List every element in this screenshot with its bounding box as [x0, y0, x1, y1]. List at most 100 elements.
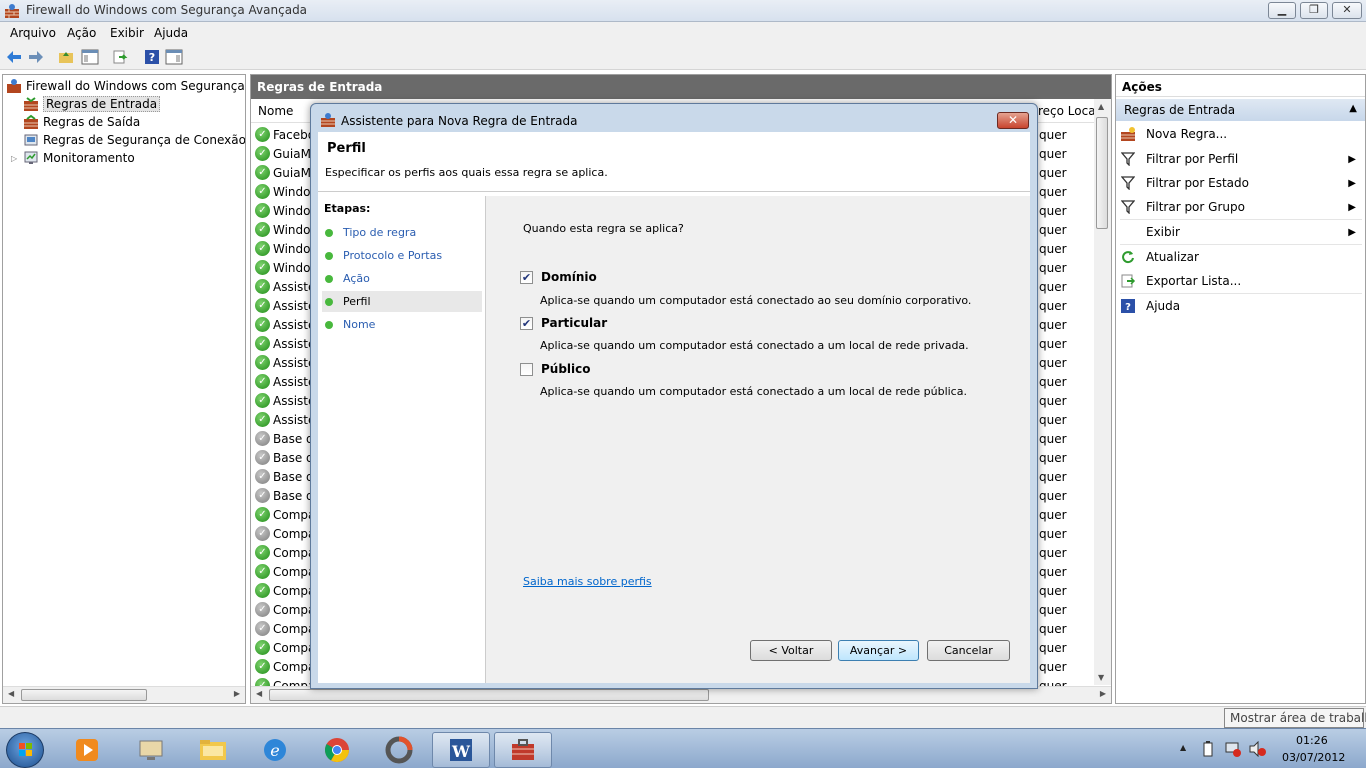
table-row[interactable]: ✓ Facebo — [255, 125, 315, 144]
action-filtrar-perfil[interactable]: Filtrar por Perfil ▶ — [1120, 148, 1362, 170]
action-filtrar-grupo[interactable]: Filtrar por Grupo ▶ — [1120, 196, 1362, 218]
back-button[interactable] — [4, 48, 24, 66]
learn-more-link[interactable]: Saiba mais sobre perfis — [523, 575, 652, 588]
scroll-right-icon[interactable]: ▶ — [234, 689, 240, 698]
taskbar-media-player[interactable] — [58, 732, 116, 768]
table-row[interactable]: ✓ Assistê — [255, 315, 315, 334]
column-local-address[interactable]: reço Local — [1038, 104, 1099, 118]
taskbar-monitor[interactable] — [122, 732, 180, 768]
steps-title: Etapas: — [324, 202, 371, 215]
action-filtrar-estado[interactable]: Filtrar por Estado ▶ — [1120, 172, 1362, 194]
scroll-thumb[interactable] — [269, 689, 709, 701]
taskbar-ie[interactable]: e — [246, 732, 304, 768]
next-button[interactable]: Avançar > — [838, 640, 919, 661]
scroll-right-icon[interactable]: ▶ — [1100, 689, 1106, 698]
table-row[interactable]: ✓ Assistê — [255, 296, 315, 315]
action-ajuda[interactable]: ? Ajuda — [1120, 295, 1362, 317]
cancel-button[interactable]: Cancelar — [927, 640, 1010, 661]
rule-local-address: quer — [1039, 374, 1067, 389]
enabled-check-icon: ✓ — [255, 298, 270, 313]
show-hide-action-pane-button[interactable] — [164, 48, 184, 66]
table-row[interactable]: ✓Compa — [255, 657, 315, 676]
taskbar-explorer[interactable] — [184, 732, 242, 768]
taskbar-chrome[interactable] — [308, 732, 366, 768]
scroll-up-icon[interactable]: ▲ — [1098, 102, 1104, 111]
scroll-down-icon[interactable]: ▼ — [1098, 673, 1104, 682]
table-row[interactable]: ✓ Assistê — [255, 353, 315, 372]
taskbar-word[interactable]: W — [432, 732, 490, 768]
publico-checkbox[interactable] — [520, 362, 533, 376]
option-dominio[interactable]: ✔ Domínio — [520, 270, 597, 284]
action-atualizar[interactable]: Atualizar — [1120, 246, 1362, 268]
scroll-left-icon[interactable]: ◀ — [8, 689, 14, 698]
column-name[interactable]: Nome — [258, 104, 293, 118]
table-row[interactable]: ✓Compa — [255, 505, 315, 524]
table-row[interactable]: ✓Compa — [255, 638, 315, 657]
step-tipo-regra[interactable]: Tipo de regra — [322, 222, 482, 243]
expand-arrow-icon[interactable]: ▷ — [11, 154, 23, 163]
tree-horizontal-scrollbar[interactable]: ◀ ▶ — [3, 686, 245, 703]
battery-icon[interactable] — [1202, 741, 1214, 757]
table-row[interactable]: ✓ Assistê — [255, 277, 315, 296]
step-acao[interactable]: Ação — [322, 268, 482, 289]
taskbar-firewall[interactable] — [494, 732, 552, 768]
menu-exibir[interactable]: Exibir — [110, 26, 144, 40]
option-particular[interactable]: ✔ Particular — [520, 316, 607, 330]
maximize-button[interactable]: ❐ — [1300, 2, 1328, 19]
close-button[interactable]: ✕ — [1332, 2, 1362, 19]
particular-checkbox[interactable]: ✔ — [520, 316, 533, 330]
action-nova-regra[interactable]: Nova Regra... — [1120, 123, 1362, 145]
list-vertical-scrollbar[interactable]: ▲ ▼ — [1094, 99, 1111, 685]
table-row[interactable]: ✓Compa — [255, 619, 315, 638]
show-hide-tree-button[interactable] — [80, 48, 100, 66]
scroll-left-icon[interactable]: ◀ — [256, 689, 262, 698]
action-exportar-lista[interactable]: Exportar Lista... — [1120, 270, 1362, 292]
show-hidden-icons-icon[interactable]: ▲ — [1180, 743, 1186, 752]
dominio-checkbox[interactable]: ✔ — [520, 270, 533, 284]
table-row[interactable]: ✓Compa — [255, 581, 315, 600]
actions-section-header[interactable]: Regras de Entrada ▲ — [1116, 99, 1365, 121]
collapse-icon[interactable]: ▲ — [1349, 103, 1357, 114]
table-row[interactable]: ✓ Assistê — [255, 410, 315, 429]
clock-time[interactable]: 01:26 — [1296, 734, 1328, 747]
table-row[interactable]: ✓ Assistê — [255, 334, 315, 353]
network-icon[interactable] — [1224, 741, 1242, 757]
help-button[interactable]: ? — [142, 48, 162, 66]
enabled-check-icon: ✓ — [255, 222, 270, 237]
table-row[interactable]: ✓Compa — [255, 562, 315, 581]
step-nome[interactable]: Nome — [322, 314, 482, 335]
volume-muted-icon[interactable] — [1248, 741, 1266, 757]
scroll-thumb[interactable] — [1096, 117, 1108, 229]
submenu-arrow-icon: ▶ — [1348, 201, 1356, 213]
table-row[interactable]: ✓Compa — [255, 543, 315, 562]
enabled-check-icon: ✓ — [255, 507, 270, 522]
clock-date[interactable]: 03/07/2012 — [1282, 751, 1345, 764]
back-button[interactable]: < Voltar — [750, 640, 832, 661]
scroll-thumb[interactable] — [21, 689, 147, 701]
tree-item-regras-saida[interactable]: Regras de Saída — [23, 113, 140, 131]
export-list-button[interactable] — [110, 48, 130, 66]
minimize-button[interactable]: ▁ — [1268, 2, 1296, 19]
tree-item-regras-entrada[interactable]: Regras de Entrada — [23, 95, 161, 113]
tree-root[interactable]: Firewall do Windows com Segurança Ava — [6, 77, 245, 95]
table-row[interactable]: ✓Compa — [255, 600, 315, 619]
table-row[interactable]: ✓ GuiaMi — [255, 144, 314, 163]
step-protocolo-portas[interactable]: Protocolo e Portas — [322, 245, 482, 266]
menu-arquivo[interactable]: Arquivo — [10, 26, 56, 40]
action-exibir[interactable]: Exibir ▶ — [1120, 221, 1362, 243]
taskbar-app[interactable] — [370, 732, 428, 768]
option-publico[interactable]: Público — [520, 362, 591, 376]
menu-ajuda[interactable]: Ajuda — [154, 26, 188, 40]
menu-acao[interactable]: Ação — [67, 26, 96, 40]
table-row[interactable]: ✓ GuiaMi — [255, 163, 314, 182]
wizard-close-button[interactable]: ✕ — [997, 112, 1029, 129]
up-folder-button[interactable] — [56, 48, 76, 66]
table-row[interactable]: ✓ Assistê — [255, 391, 315, 410]
table-row[interactable]: ✓ Assistê — [255, 372, 315, 391]
tree-item-monitoramento[interactable]: ▷ Monitoramento — [11, 149, 135, 167]
enabled-check-icon: ✓ — [255, 374, 270, 389]
tree-item-seguranca-conexao[interactable]: Regras de Segurança de Conexão — [23, 131, 245, 149]
table-row[interactable]: ✓Compa — [255, 524, 315, 543]
forward-button[interactable] — [26, 48, 46, 66]
start-button[interactable] — [6, 732, 44, 768]
